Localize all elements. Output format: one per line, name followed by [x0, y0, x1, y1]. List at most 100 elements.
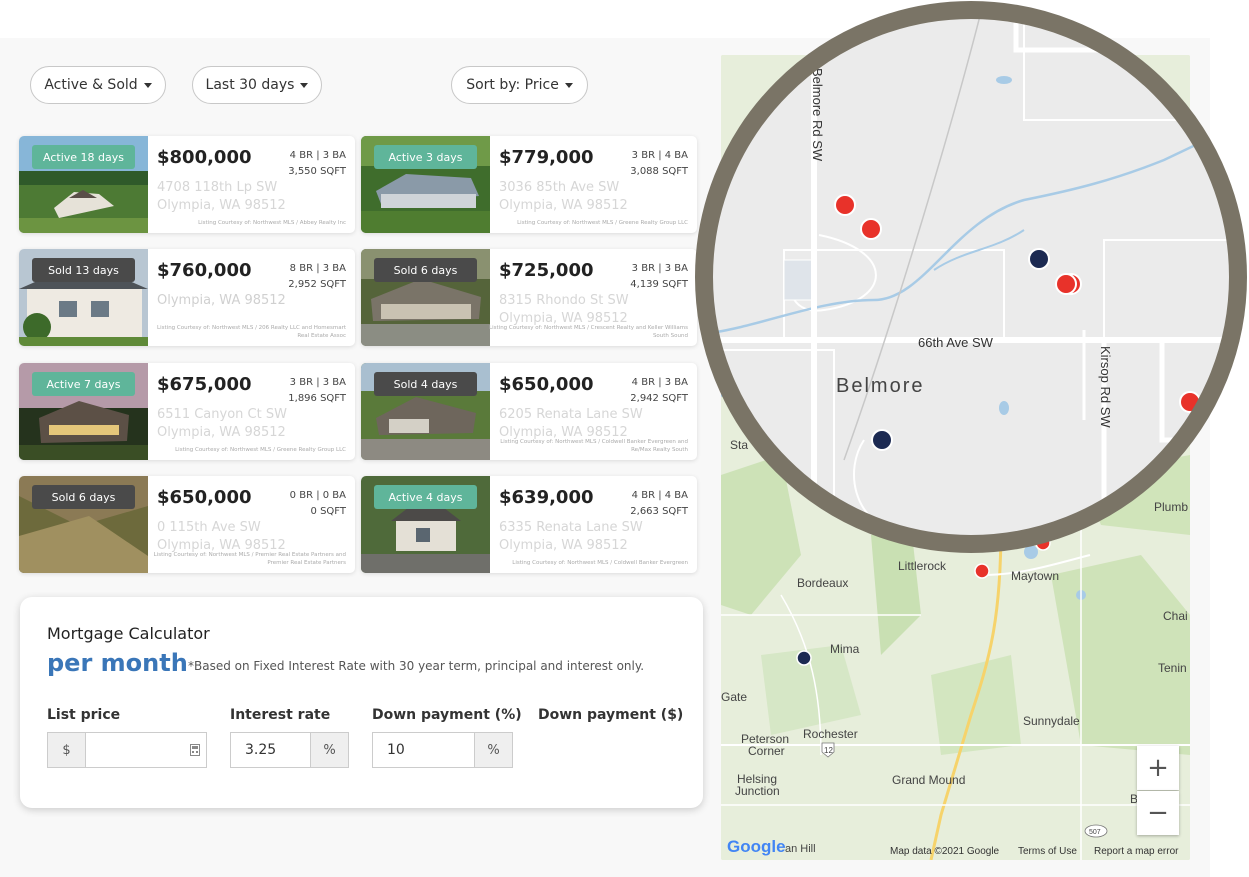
- listing-specs: 3 BR | 3 BA 1,896 SQFT: [288, 375, 346, 407]
- report-map-error-link[interactable]: Report a map error: [1094, 846, 1178, 857]
- google-logo: Google: [727, 837, 786, 856]
- listing-city: Olympia, WA 98512: [157, 198, 286, 213]
- sort-dropdown[interactable]: Sort by: Price: [451, 66, 588, 104]
- listing-card[interactable]: Sold 6 days $725,000 3 BR | 3 BA 4,139 SQ…: [361, 249, 697, 346]
- mortgage-calculator: Mortgage Calculator per month *Based on …: [20, 597, 703, 808]
- listing-courtesy: Listing Courtesy of: Northwest MLS / Col…: [512, 560, 688, 566]
- listing-address-block: 6335 Renata Lane SW Olympia, WA 98512: [499, 519, 643, 555]
- listing-price: $650,000: [157, 487, 252, 508]
- status-badge: Sold 6 days: [32, 485, 135, 509]
- status-filter-label: Active & Sold: [44, 77, 138, 93]
- listing-city: Olympia, WA 98512: [499, 538, 628, 553]
- listing-card[interactable]: Active 4 days $639,000 4 BR | 4 BA 2,663 …: [361, 476, 697, 573]
- beds-baths: 0 BR | 0 BA: [289, 490, 346, 501]
- listing-specs: 3 BR | 3 BA 4,139 SQFT: [630, 261, 688, 293]
- sqft: 2,942 SQFT: [630, 393, 688, 404]
- listing-address: 8315 Rhondo St SW: [499, 293, 629, 308]
- listing-card[interactable]: Sold 4 days $650,000 4 BR | 3 BA 2,942 SQ…: [361, 363, 697, 460]
- dollar-prefix: $: [48, 733, 86, 767]
- listing-address-block: Olympia, WA 98512: [157, 292, 286, 310]
- listing-specs: 4 BR | 4 BA 2,663 SQFT: [630, 488, 688, 520]
- status-badge: Sold 13 days: [32, 258, 135, 282]
- sqft: 2,952 SQFT: [288, 279, 346, 290]
- listing-specs: 4 BR | 3 BA 3,550 SQFT: [288, 148, 346, 180]
- listing-courtesy: Listing Courtesy of: Northwest MLS / Cre…: [489, 325, 688, 339]
- status-badge: Active 7 days: [32, 372, 135, 396]
- status-badge: Sold 6 days: [374, 258, 477, 282]
- map-label: Tenin: [1158, 661, 1187, 675]
- listing-price: $650,000: [499, 374, 594, 395]
- listing-card[interactable]: Active 3 days $779,000 3 BR | 4 BA 3,088 …: [361, 136, 697, 233]
- listing-card[interactable]: Sold 13 days $760,000 8 BR | 3 BA 2,952 S…: [19, 249, 355, 346]
- calculator-icon: [190, 744, 200, 756]
- beds-baths: 3 BR | 3 BA: [289, 377, 346, 388]
- listing-price: $675,000: [157, 374, 252, 395]
- chevron-down-icon: [564, 82, 573, 88]
- map-label: Corner: [748, 744, 785, 758]
- beds-baths: 8 BR | 3 BA: [289, 263, 346, 274]
- down-payment-amount-label: Down payment ($): [538, 707, 684, 723]
- map-label: Chai: [1163, 609, 1188, 623]
- listing-pin[interactable]: [1055, 273, 1077, 295]
- status-filter-dropdown[interactable]: Active & Sold: [30, 66, 166, 104]
- sqft: 3,550 SQFT: [288, 166, 346, 177]
- listing-pin[interactable]: [1028, 248, 1050, 270]
- list-price-field[interactable]: $: [47, 732, 207, 768]
- zoom-in-button[interactable]: +: [1137, 746, 1179, 790]
- listing-specs: 4 BR | 3 BA 2,942 SQFT: [630, 375, 688, 407]
- zoom-out-button[interactable]: −: [1137, 791, 1179, 835]
- terms-of-use-link[interactable]: Terms of Use: [1018, 846, 1077, 857]
- listing-pin[interactable]: [871, 429, 893, 451]
- listing-address-block: 6511 Canyon Ct SW Olympia, WA 98512: [157, 406, 287, 442]
- period-filter-dropdown[interactable]: Last 30 days: [192, 66, 322, 104]
- listing-courtesy: Listing Courtesy of: Northwest MLS / Gre…: [517, 220, 688, 226]
- listing-city: Olympia, WA 98512: [499, 198, 628, 213]
- interest-rate-field[interactable]: 3.25 %: [230, 732, 349, 768]
- listing-address: 6335 Renata Lane SW: [499, 520, 643, 535]
- chevron-down-icon: [143, 82, 152, 88]
- per-month-amount: per month: [47, 649, 188, 677]
- listing-pin[interactable]: [834, 194, 856, 216]
- percent-suffix: %: [310, 733, 348, 767]
- listing-pin[interactable]: [860, 218, 882, 240]
- map-label: Sunnydale: [1023, 714, 1080, 728]
- down-payment-percent-field[interactable]: 10 %: [372, 732, 513, 768]
- calculator-title: Mortgage Calculator: [47, 624, 210, 643]
- listing-card[interactable]: Active 7 days $675,000 3 BR | 3 BA 1,896 …: [19, 363, 355, 460]
- map-label: Maytown: [1011, 569, 1059, 583]
- interest-rate-label: Interest rate: [230, 707, 331, 723]
- listing-price: $779,000: [499, 147, 594, 168]
- listing-address-block: 6205 Renata Lane SW Olympia, WA 98512: [499, 406, 643, 442]
- map-label: Mima: [830, 642, 860, 656]
- map-label: Littlerock: [898, 559, 947, 573]
- listing-address: 0 115th Ave SW: [157, 520, 261, 535]
- listing-price: $760,000: [157, 260, 252, 281]
- listing-card[interactable]: Active 18 days $800,000 4 BR | 3 BA 3,550…: [19, 136, 355, 233]
- status-badge: Active 3 days: [374, 145, 477, 169]
- listing-price: $639,000: [499, 487, 594, 508]
- listing-address-block: 8315 Rhondo St SW Olympia, WA 98512: [499, 292, 629, 328]
- sqft: 3,088 SQFT: [630, 166, 688, 177]
- place-label: Belmore: [836, 375, 924, 397]
- listing-city: Olympia, WA 98512: [157, 293, 286, 308]
- listing-address-block: 0 115th Ave SW Olympia, WA 98512: [157, 519, 286, 555]
- beds-baths: 3 BR | 4 BA: [631, 150, 688, 161]
- map-label: Bordeaux: [797, 576, 848, 590]
- sqft: 2,663 SQFT: [630, 506, 688, 517]
- listing-address: 6511 Canyon Ct SW: [157, 407, 287, 422]
- route-shield-label: 12: [824, 746, 833, 755]
- road-label: Belmore Rd SW: [810, 68, 825, 162]
- status-badge: Active 18 days: [32, 145, 135, 169]
- sqft: 0 SQFT: [310, 506, 346, 517]
- listing-address-block: 3036 85th Ave SW Olympia, WA 98512: [499, 179, 628, 215]
- listing-card[interactable]: Sold 6 days $650,000 0 BR | 0 BA 0 SQFT 0…: [19, 476, 355, 573]
- listing-address: 3036 85th Ave SW: [499, 180, 620, 195]
- period-filter-label: Last 30 days: [205, 77, 295, 93]
- map-magnifier: Belmore Rd SW 66th Ave SW Kirsop Rd SW B…: [695, 1, 1247, 553]
- listing-courtesy: Listing Courtesy of: Northwest MLS / 206…: [157, 325, 346, 339]
- sqft: 4,139 SQFT: [630, 279, 688, 290]
- map-label: Grand Mound: [892, 773, 965, 787]
- listing-price: $725,000: [499, 260, 594, 281]
- status-badge: Sold 4 days: [374, 372, 477, 396]
- road-label: Kirsop Rd SW: [1098, 346, 1113, 428]
